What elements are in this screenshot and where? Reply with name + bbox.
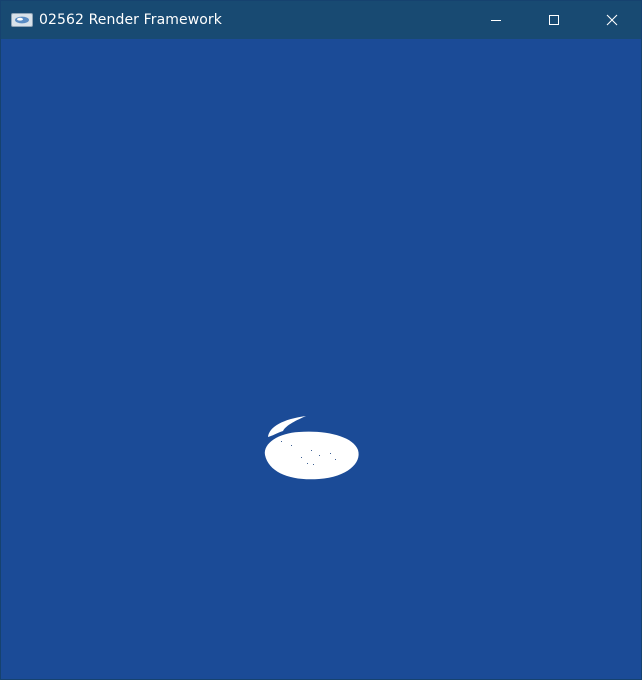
rendered-object-body xyxy=(264,431,359,480)
close-icon xyxy=(606,14,618,26)
rendered-scene xyxy=(264,416,359,480)
minimize-icon xyxy=(491,20,501,21)
render-app-icon xyxy=(11,13,33,27)
window-title: 02562 Render Framework xyxy=(39,12,222,28)
title-bar[interactable]: 02562 Render Framework xyxy=(1,1,641,39)
maximize-icon xyxy=(549,15,559,25)
maximize-button[interactable] xyxy=(525,1,583,39)
window-controls xyxy=(467,1,641,39)
application-window: 02562 Render Framework xyxy=(0,0,642,680)
close-button[interactable] xyxy=(583,1,641,39)
minimize-button[interactable] xyxy=(467,1,525,39)
render-viewport[interactable] xyxy=(1,39,641,679)
